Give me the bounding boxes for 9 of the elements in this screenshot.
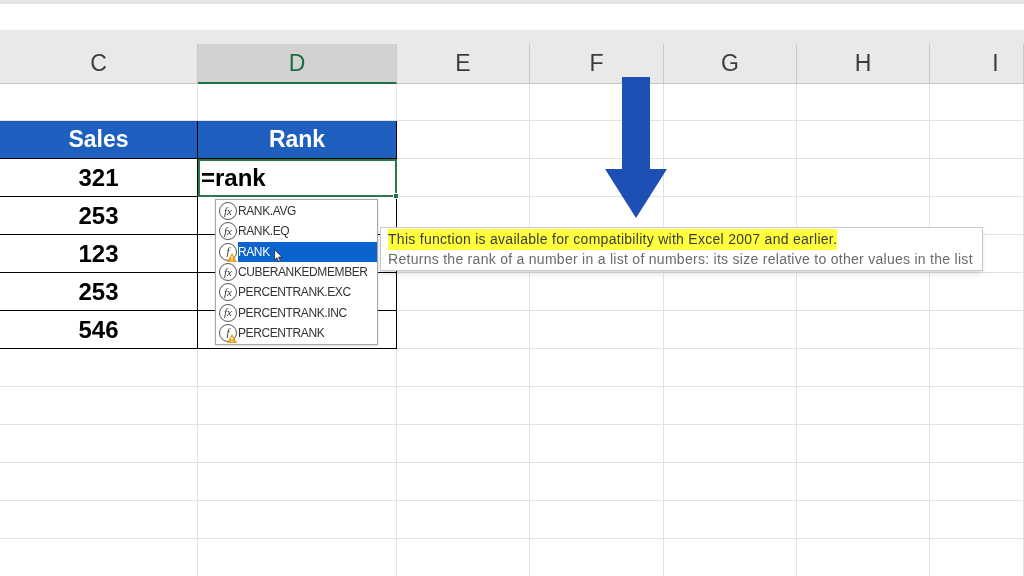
table-cell: 321 [0, 159, 198, 197]
table-cell: 253 [0, 273, 198, 311]
tooltip-text: This function is available for compatibility with Excel 2007 and earlier. [388, 228, 838, 250]
table-heading: Sales [0, 121, 198, 159]
table-cell: 253 [0, 197, 198, 235]
tooltip-text: Returns the rank of a number in a list of numbers: its size relative to other values in the list [388, 249, 973, 269]
table-heading: Rank [198, 121, 397, 159]
table-cell: 123 [0, 235, 198, 273]
table-cell: 546 [0, 311, 198, 349]
